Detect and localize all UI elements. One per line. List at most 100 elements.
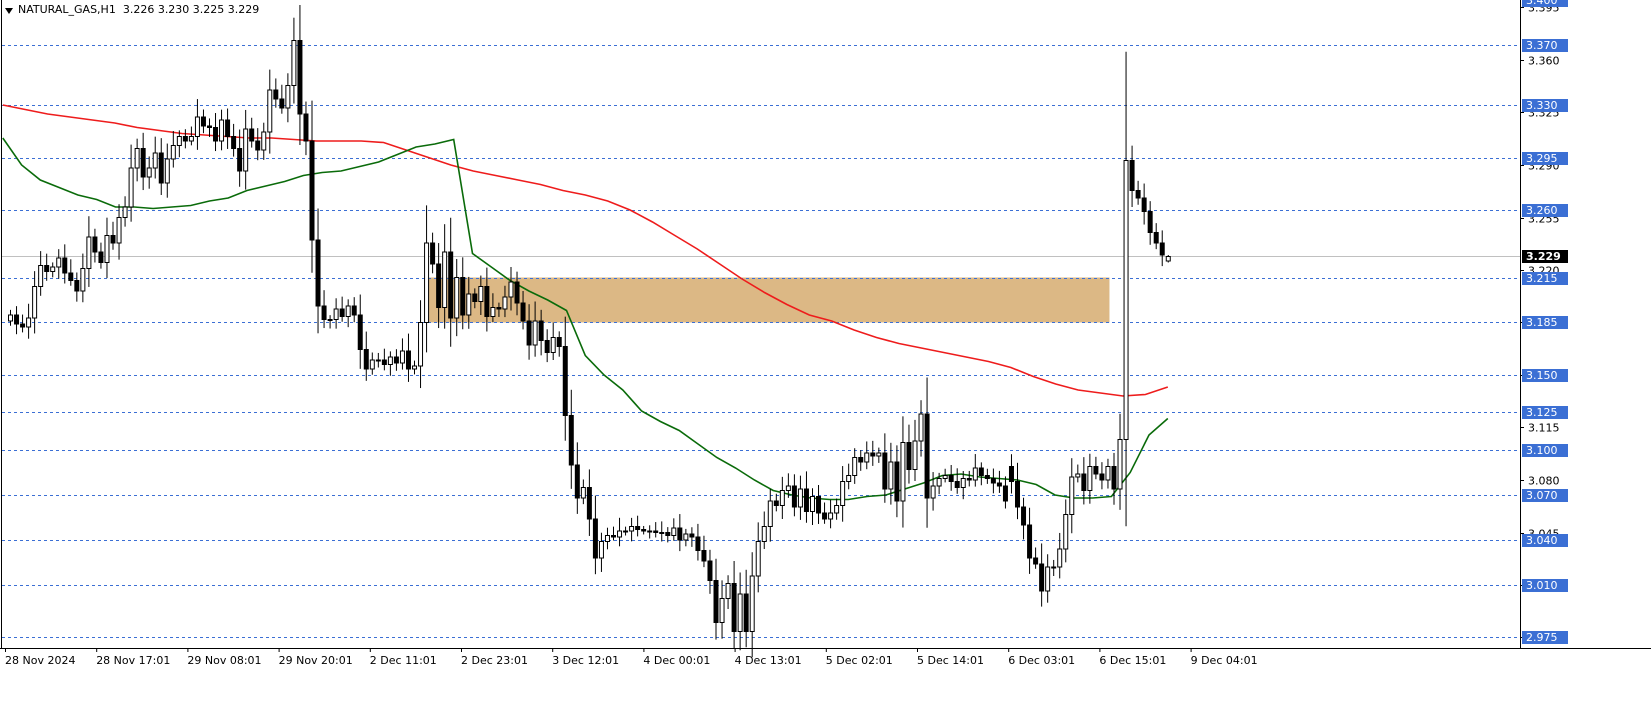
candle bbox=[206, 118, 212, 137]
candle bbox=[243, 109, 249, 190]
candle-body-bear bbox=[984, 475, 990, 479]
x-tick-label: 6 Dec 15:01 bbox=[1099, 654, 1166, 667]
candle bbox=[1153, 223, 1159, 250]
candle bbox=[725, 575, 731, 609]
candle-body-bear bbox=[381, 359, 387, 365]
candle-body-bear bbox=[279, 98, 285, 109]
candle bbox=[231, 123, 237, 157]
candle bbox=[158, 138, 164, 195]
candle bbox=[405, 333, 411, 382]
candle-body-bull bbox=[936, 478, 942, 487]
candle-body-bull bbox=[327, 319, 333, 321]
candle-body-bear bbox=[357, 314, 363, 350]
x-tick-label: 5 Dec 02:01 bbox=[826, 654, 893, 667]
candle bbox=[731, 561, 737, 649]
candle bbox=[767, 489, 773, 542]
price-chart[interactable]: 3.3953.3603.3253.2903.2553.2203.1853.150… bbox=[0, 0, 1651, 706]
candle bbox=[1033, 547, 1039, 569]
candle bbox=[978, 462, 984, 486]
candle-body-bear bbox=[249, 128, 255, 142]
candle bbox=[773, 493, 779, 512]
candle bbox=[56, 249, 62, 279]
candle-body-bear bbox=[303, 113, 309, 142]
candle-body-bear bbox=[568, 415, 574, 466]
candle bbox=[387, 351, 393, 376]
candle bbox=[225, 108, 231, 149]
candle bbox=[170, 131, 176, 168]
level-price-tag: 3.100 bbox=[1526, 444, 1558, 457]
candle-body-bull bbox=[1087, 466, 1093, 491]
chart-menu-triangle-icon[interactable] bbox=[5, 8, 13, 14]
candle bbox=[918, 400, 924, 457]
candle bbox=[80, 253, 86, 303]
candle bbox=[1039, 543, 1045, 607]
level-price-tag: 3.070 bbox=[1526, 489, 1558, 502]
chart-area[interactable]: 3.3953.3603.3253.2903.2553.2203.1853.150… bbox=[0, 0, 1651, 706]
candle bbox=[1008, 454, 1014, 494]
candle bbox=[797, 475, 803, 520]
candle-body-bear bbox=[20, 323, 26, 328]
candle-body-bull bbox=[840, 481, 846, 506]
candle bbox=[1015, 462, 1021, 520]
candle bbox=[846, 463, 852, 490]
candle bbox=[418, 300, 424, 389]
candle bbox=[412, 360, 418, 375]
candle bbox=[1111, 452, 1117, 505]
candle bbox=[580, 479, 586, 505]
candle bbox=[14, 306, 20, 335]
candle-body-bull bbox=[1069, 476, 1075, 515]
candle bbox=[454, 258, 460, 337]
candle bbox=[876, 447, 882, 463]
candle bbox=[279, 84, 285, 114]
candle-body-bear bbox=[1141, 197, 1147, 212]
candle-body-bull bbox=[1051, 566, 1057, 569]
candle-body-bear bbox=[297, 40, 303, 115]
candle-body-bear bbox=[182, 136, 188, 142]
candle-body-bull bbox=[659, 532, 665, 534]
candle bbox=[309, 100, 315, 273]
candle-body-bull bbox=[128, 167, 134, 208]
ohlc-readout: 3.226 3.230 3.225 3.229 bbox=[122, 3, 260, 16]
level-price-tag: 3.215 bbox=[1526, 272, 1558, 285]
candle-body-bull bbox=[900, 442, 906, 502]
candle bbox=[683, 528, 689, 547]
candle-body-bear bbox=[653, 530, 659, 533]
candle-body-bull bbox=[834, 505, 840, 514]
candle-body-bear bbox=[822, 512, 828, 520]
candle bbox=[822, 502, 828, 524]
level-price-tag: 3.010 bbox=[1526, 579, 1558, 592]
candle bbox=[894, 445, 900, 518]
candle-body-bull bbox=[598, 541, 604, 559]
candle-body-bull bbox=[828, 512, 834, 520]
x-tick-label: 29 Nov 20:01 bbox=[279, 654, 353, 667]
candle bbox=[852, 448, 858, 484]
candle bbox=[399, 338, 405, 370]
level-price-tag: 3.295 bbox=[1526, 152, 1558, 165]
supply-demand-zone bbox=[424, 277, 1110, 323]
candle-body-bear bbox=[1111, 466, 1117, 490]
candle bbox=[315, 208, 321, 334]
candle bbox=[297, 5, 303, 146]
candle bbox=[568, 389, 574, 489]
candle-body-bull bbox=[876, 452, 882, 457]
candle-body-bear bbox=[1093, 466, 1099, 475]
candle bbox=[50, 262, 56, 278]
candle bbox=[369, 352, 375, 375]
candle-body-bear bbox=[996, 482, 1002, 487]
candle-body-bear bbox=[92, 236, 98, 253]
candle bbox=[1057, 532, 1063, 579]
candle bbox=[984, 468, 990, 484]
candle bbox=[641, 525, 647, 535]
candle bbox=[1141, 183, 1147, 225]
candle bbox=[828, 499, 834, 529]
candle-body-bull bbox=[412, 365, 418, 370]
candle bbox=[182, 129, 188, 149]
x-tick-label: 3 Dec 12:01 bbox=[552, 654, 619, 667]
candle-body-bear bbox=[803, 488, 809, 512]
candle bbox=[592, 495, 598, 575]
candle bbox=[695, 523, 701, 561]
candle-body-bull bbox=[1057, 548, 1063, 568]
candle-body-bull bbox=[767, 500, 773, 527]
level-price-tag: 3.125 bbox=[1526, 406, 1558, 419]
level-price-tag: 3.185 bbox=[1526, 316, 1558, 329]
